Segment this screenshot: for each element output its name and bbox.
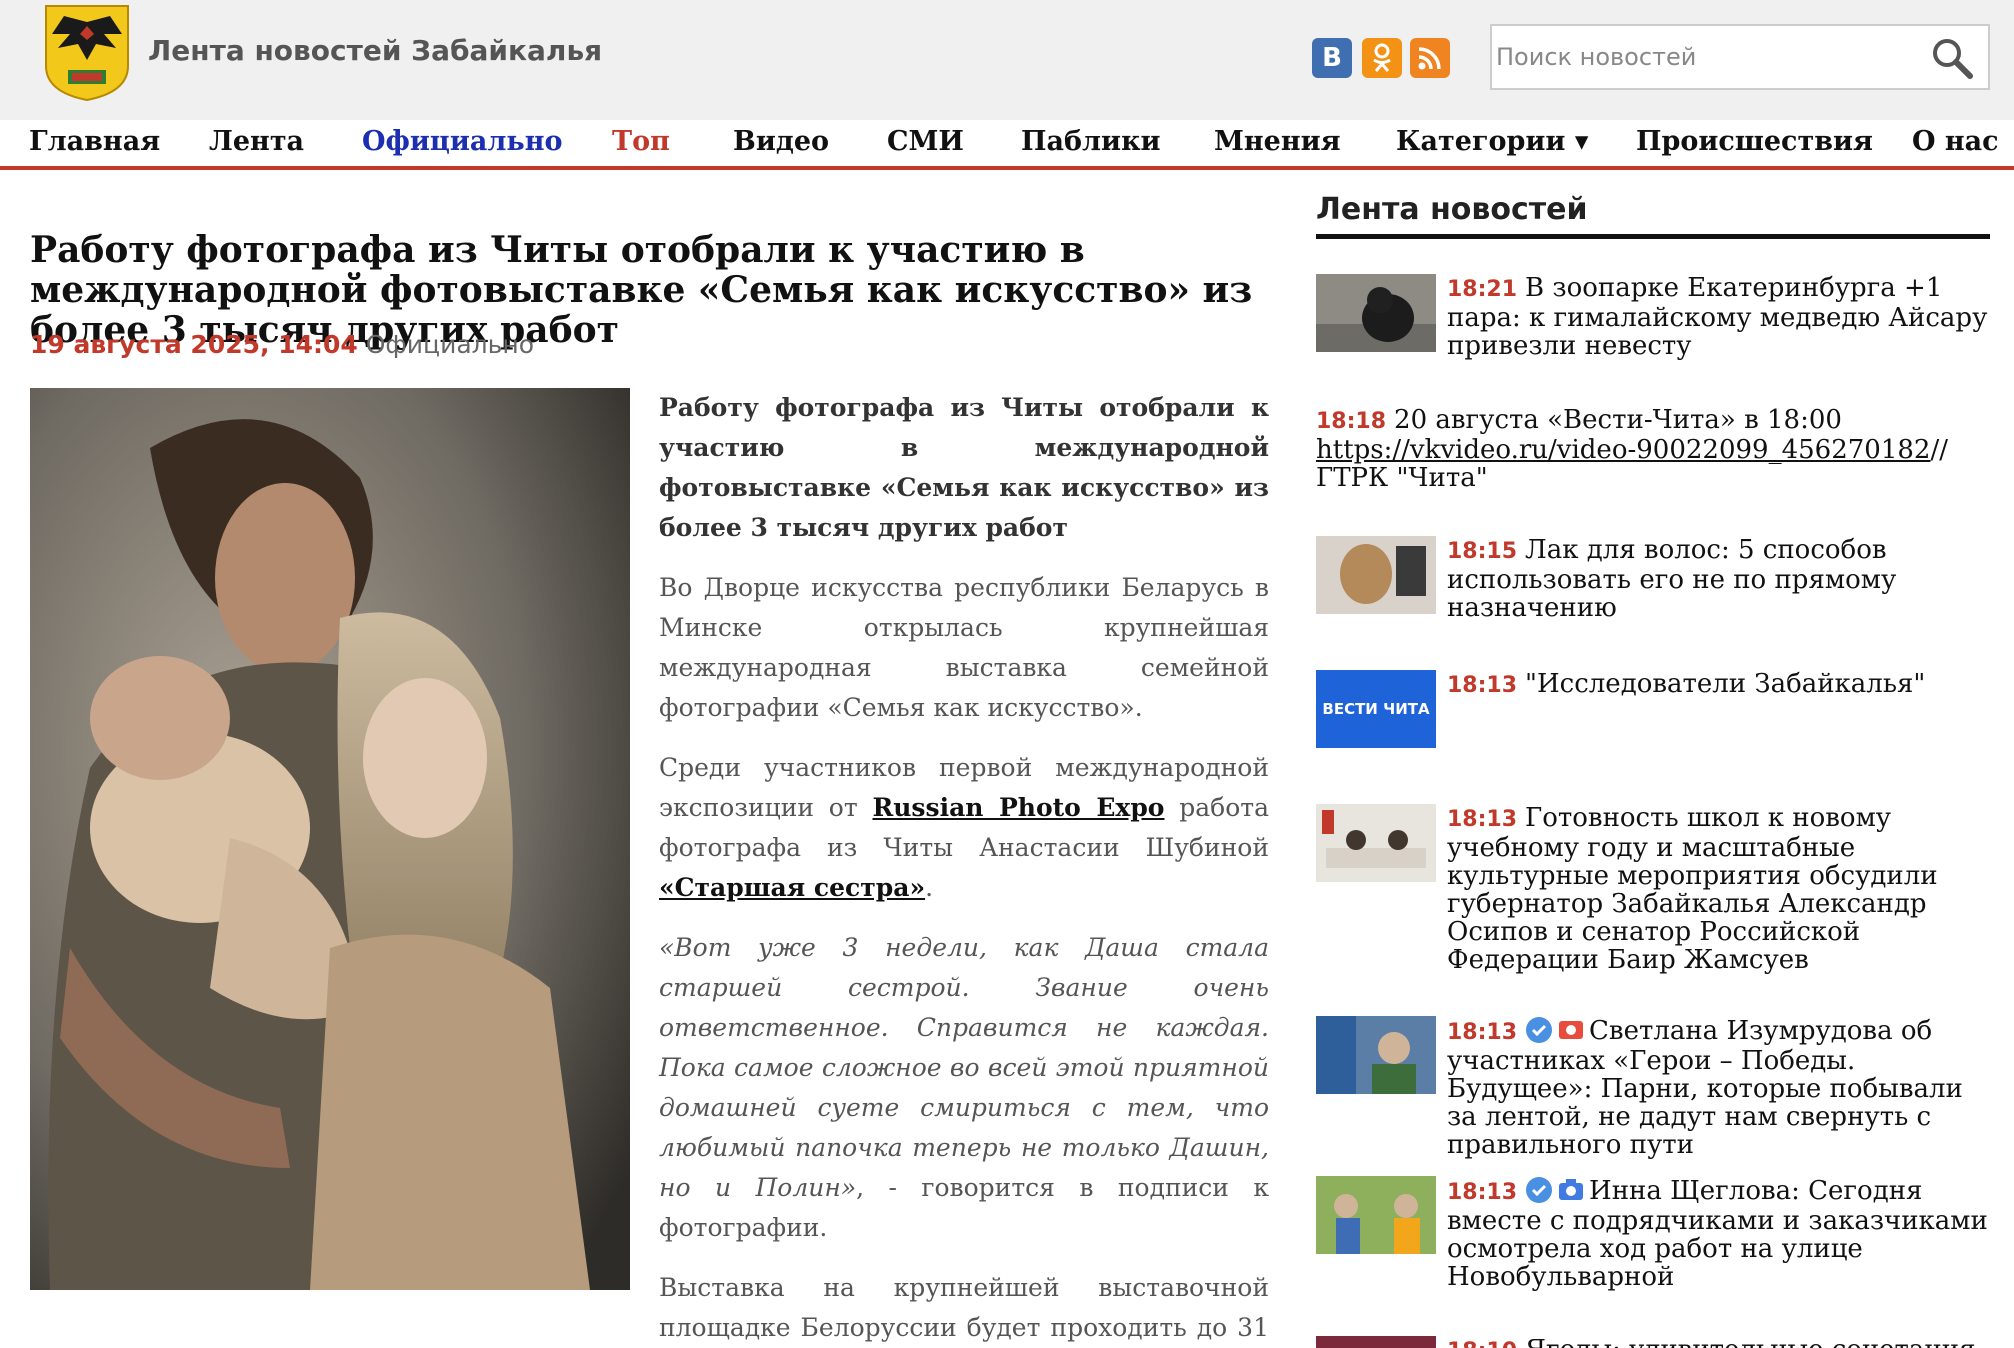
nav-item-categories[interactable]: Категории ▾: [1396, 126, 1588, 157]
article-paragraph: Выставка на крупнейшей выставочной площа…: [659, 1273, 1269, 1342]
news-headline[interactable]: "Исследователи Забайкалья": [1525, 669, 1925, 699]
verified-icon: [1526, 1177, 1553, 1203]
news-text: 18:13 Готовность школ к новому учебному г…: [1447, 804, 1990, 974]
news-text: 18:13 Светлана Изумрудова об участниках «…: [1447, 1016, 1990, 1159]
news-headline[interactable]: Ягоды: удивительные сочетания: [1525, 1335, 1975, 1348]
article-photo[interactable]: [30, 388, 630, 1290]
vk-icon[interactable]: В: [1312, 38, 1352, 78]
vesti-chita-logo: ВЕСТИ ЧИТА: [1322, 700, 1430, 718]
nav-item-publics[interactable]: Паблики: [1021, 126, 1161, 157]
nav-item-top[interactable]: Топ: [612, 126, 670, 157]
nav-item-home[interactable]: Главная: [29, 126, 160, 157]
news-thumbnail[interactable]: [1316, 536, 1436, 614]
video-link[interactable]: https://vkvideo.ru/video-90022099_456270…: [1316, 435, 1930, 465]
news-text: 18:15 Лак для волос: 5 способов использов…: [1447, 536, 1990, 622]
verified-icon: [1526, 1017, 1553, 1043]
video-camera-icon: [1559, 1021, 1584, 1039]
camera-icon: [1559, 1179, 1584, 1200]
main-nav: Главная Лента Официально Топ Видео СМИ П…: [0, 120, 2014, 170]
nav-item-media[interactable]: СМИ: [887, 126, 964, 157]
russian-photo-expo-link[interactable]: Russian Photo Expo: [872, 793, 1164, 822]
photo-caption-quote: «Вот уже 3 недели, как Даша стала старше…: [659, 933, 1269, 1202]
zabaikalsky-emblem-logo[interactable]: [44, 4, 130, 102]
article-body: Работу фотографа из Читы отобрали к учас…: [659, 388, 1269, 1348]
news-headline[interactable]: Готовность школ к новому учебному году и…: [1447, 803, 1938, 975]
news-thumbnail[interactable]: ВЕСТИ ЧИТА: [1316, 670, 1436, 748]
nav-item-incidents[interactable]: Происшествия: [1636, 126, 1873, 157]
nav-item-feed[interactable]: Лента: [209, 126, 304, 157]
news-thumbnail[interactable]: [1316, 804, 1436, 882]
article-paragraph: «Вот уже 3 недели, как Даша стала старше…: [659, 928, 1269, 1248]
rss-icon[interactable]: [1410, 38, 1450, 78]
article-date: 19 августа 2025, 14:04: [30, 330, 358, 359]
divider: [1316, 234, 1990, 239]
site-title[interactable]: Лента новостей Забайкалья: [148, 34, 602, 67]
nav-item-official[interactable]: Официально: [362, 126, 563, 157]
older-sister-link[interactable]: «Старшая сестра»: [659, 873, 925, 902]
news-text: 18:21 В зоопарке Екатеринбурга +1 пара: к…: [1447, 274, 1990, 360]
article-category[interactable]: Официально: [366, 330, 534, 359]
article-meta: 19 августа 2025, 14:04 Официально: [30, 330, 534, 359]
site-header: Лента новостей Забайкалья В: [0, 0, 2014, 120]
news-time: 18:18: [1316, 409, 1387, 434]
news-text: 18:13 "Исследователи Забайкалья": [1447, 670, 1990, 700]
news-thumbnail[interactable]: [1316, 1016, 1436, 1094]
nav-item-about[interactable]: О нас: [1912, 126, 1999, 157]
news-text: 18:18 20 августа «Вести-Чита» в 18:00 htt…: [1316, 406, 1990, 492]
search-input[interactable]: [1496, 36, 1916, 78]
news-headline[interactable]: В зоопарке Екатеринбурга +1 пара: к гима…: [1447, 273, 1987, 361]
news-time: 18:21: [1447, 277, 1518, 302]
news-thumbnail[interactable]: [1316, 274, 1436, 352]
news-time: 18:13: [1447, 1180, 1518, 1205]
news-time: 18:13: [1447, 807, 1518, 832]
news-text: 18:13 Инна Щеглова: Сегодня вместе с подр…: [1447, 1176, 1990, 1291]
article-paragraph: Во Дворце искусства республики Беларусь …: [659, 573, 1269, 722]
news-time: 18:15: [1447, 539, 1518, 564]
news-time: 18:13: [1447, 673, 1518, 698]
news-time: 18:10: [1447, 1339, 1517, 1348]
search-icon[interactable]: [1930, 36, 1974, 80]
nav-item-opinions[interactable]: Мнения: [1214, 126, 1341, 157]
nav-item-video[interactable]: Видео: [733, 126, 829, 157]
ok-icon[interactable]: [1362, 38, 1402, 78]
search-box: [1490, 24, 1990, 90]
news-thumbnail[interactable]: [1316, 1336, 1436, 1348]
text-span: .: [925, 873, 934, 902]
sidebar-title: Лента новостей: [1316, 192, 1588, 227]
news-thumbnail[interactable]: [1316, 1176, 1436, 1254]
article-paragraph: Среди участников первой международной эк…: [659, 748, 1269, 908]
news-time: 18:13: [1447, 1020, 1518, 1045]
news-text: 18:10 Ягоды: удивительные сочетания: [1447, 1336, 1990, 1348]
article-lead: Работу фотографа из Читы отобрали к учас…: [659, 393, 1269, 542]
news-headline[interactable]: 20 августа «Вести-Чита» в 18:00: [1394, 405, 1842, 435]
